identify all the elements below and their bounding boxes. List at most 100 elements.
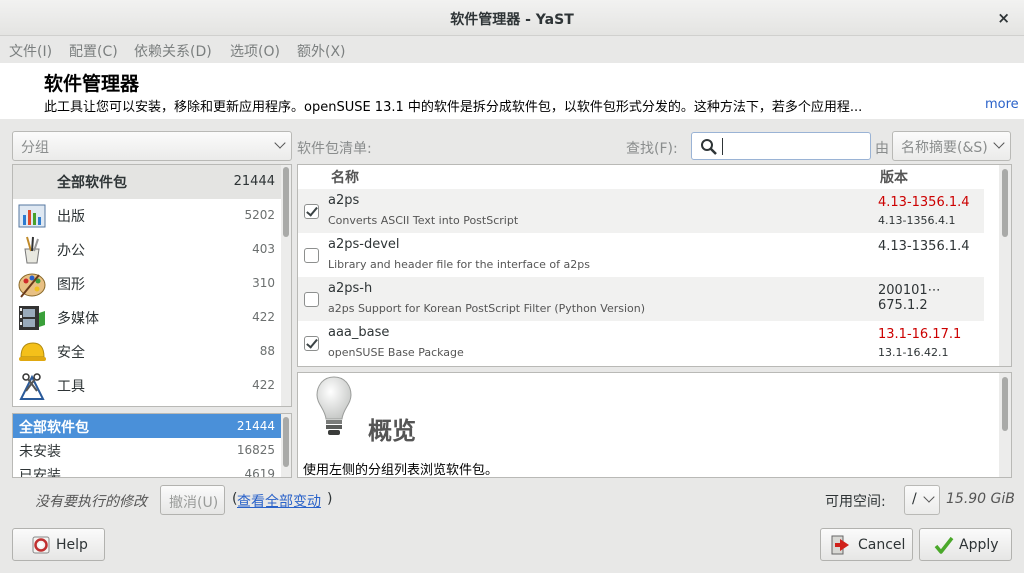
- status-count: 21444: [236, 419, 275, 433]
- header: 软件管理器 此工具让您可以安装，移除和更新应用程序。openSUSE 13.1 …: [0, 63, 1024, 119]
- group-list: 全部软件包 21444 出版 5202 办公 403 图形 310 多媒体 42…: [12, 164, 292, 407]
- title-bar: 软件管理器 - YaST ×: [0, 0, 1024, 36]
- menu-bar: 文件(I) 配置(C) 依赖关系(D) 选项(O) 额外(X): [0, 36, 1024, 63]
- package-table: 名称 版本 a2ps Converts ASCII Text into PostS…: [297, 164, 1012, 367]
- details-panel: 概览 使用左侧的分组列表浏览软件包。: [297, 372, 1012, 478]
- package-summary: Converts ASCII Text into PostScript: [328, 214, 519, 227]
- table-row[interactable]: aaa_base openSUSE Base Package 13.1-16.17.…: [298, 321, 984, 365]
- security-icon: [19, 342, 46, 361]
- more-link[interactable]: more: [985, 97, 1019, 112]
- page-description: 此工具让您可以安装，移除和更新应用程序。openSUSE 13.1 中的软件是拆…: [44, 100, 863, 115]
- group-count: 422: [252, 310, 275, 324]
- view-all-changes-link[interactable]: 查看全部变动: [237, 491, 321, 511]
- package-name: a2ps-h: [328, 281, 373, 296]
- details-scrollbar[interactable]: [999, 373, 1011, 477]
- package-list-label: 软件包清单:: [297, 141, 372, 157]
- package-name: aaa_base: [328, 325, 390, 340]
- group-label: 出版: [57, 209, 85, 225]
- apply-label: Apply: [959, 537, 999, 553]
- group-item-multimedia[interactable]: 多媒体 422: [13, 301, 281, 335]
- status-count: 4619: [244, 467, 275, 478]
- package-name: a2ps: [328, 193, 360, 208]
- package-installed-version: 13.1-16.42.1: [878, 346, 949, 359]
- cancel-button[interactable]: Cancel: [820, 528, 913, 561]
- package-name: a2ps-devel: [328, 237, 400, 252]
- package-version: 200101⋯675.1.2: [878, 283, 941, 313]
- column-name[interactable]: 名称: [331, 167, 359, 187]
- chevron-down-icon: [923, 491, 935, 503]
- package-checkbox[interactable]: [304, 248, 319, 263]
- paren-close: ): [327, 491, 333, 507]
- help-button[interactable]: Help: [12, 528, 105, 561]
- group-view-label: 分组: [21, 140, 49, 156]
- status-list-scrollbar[interactable]: [281, 414, 291, 477]
- overview-text: 使用左侧的分组列表浏览软件包。: [303, 463, 499, 478]
- scrollbar-thumb[interactable]: [283, 417, 289, 467]
- status-item-installed[interactable]: 已安装 4619: [13, 462, 281, 478]
- page-title: 软件管理器: [44, 73, 140, 95]
- menu-config[interactable]: 配置(C): [69, 41, 118, 61]
- scrollbar-thumb[interactable]: [1002, 169, 1008, 237]
- no-changes-label: 没有要执行的修改: [35, 494, 147, 510]
- status-filter-list: 全部软件包 21444 未安装 16825 已安装 4619: [12, 413, 292, 478]
- group-item-tools[interactable]: 工具 422: [13, 369, 281, 403]
- search-cursor: [722, 138, 723, 155]
- group-view-combo[interactable]: 分组: [12, 131, 292, 161]
- menu-file[interactable]: 文件(I): [9, 41, 52, 61]
- by-label: 由: [875, 141, 889, 157]
- window-title: 软件管理器 - YaST: [450, 12, 574, 28]
- group-count: 5202: [244, 208, 275, 222]
- overview-title: 概览: [368, 417, 416, 445]
- table-row[interactable]: a2ps-devel Library and header file for th…: [298, 233, 984, 277]
- group-label: 全部软件包: [57, 175, 127, 191]
- search-icon: [701, 139, 717, 155]
- package-installed-version: 4.13-1356.4.1: [878, 214, 956, 227]
- group-count: 310: [252, 276, 275, 290]
- search-mode-combo[interactable]: 名称摘要(&S): [892, 131, 1011, 161]
- tools-icon: [19, 373, 45, 400]
- exit-icon: [831, 535, 849, 555]
- help-label: Help: [56, 537, 88, 553]
- lightbulb-icon: [316, 376, 352, 435]
- apply-button[interactable]: Apply: [919, 528, 1012, 561]
- package-checkbox[interactable]: [304, 204, 319, 219]
- group-label: 图形: [57, 277, 85, 293]
- menu-dependencies[interactable]: 依赖关系(D): [134, 41, 212, 61]
- group-label: 多媒体: [57, 311, 99, 327]
- chevron-down-icon: [274, 137, 286, 149]
- scrollbar-thumb[interactable]: [1002, 377, 1008, 431]
- graphics-icon: [18, 273, 46, 298]
- status-count: 16825: [236, 443, 275, 457]
- group-item-all[interactable]: 全部软件包 21444: [13, 165, 281, 199]
- status-item-all[interactable]: 全部软件包 21444: [13, 414, 281, 438]
- checkmark-icon: [934, 536, 954, 554]
- mount-point-value: /: [912, 491, 917, 507]
- search-input[interactable]: [691, 132, 871, 160]
- package-checkbox[interactable]: [304, 336, 319, 351]
- group-item-graphics[interactable]: 图形 310: [13, 267, 281, 301]
- status-item-not-installed[interactable]: 未安装 16825: [13, 438, 281, 462]
- undo-button[interactable]: 撤消(U): [160, 485, 225, 515]
- package-checkbox[interactable]: [304, 292, 319, 307]
- scrollbar-thumb[interactable]: [283, 167, 289, 237]
- menu-extras[interactable]: 额外(X): [297, 41, 346, 61]
- close-icon[interactable]: ×: [997, 9, 1010, 27]
- help-icon: [32, 536, 50, 554]
- group-label: 办公: [57, 243, 85, 259]
- mount-point-combo[interactable]: /: [904, 485, 940, 515]
- group-item-office[interactable]: 办公 403: [13, 233, 281, 267]
- package-summary: Library and header file for the interfac…: [328, 258, 590, 271]
- group-item-security[interactable]: 安全 88: [13, 335, 281, 369]
- status-label: 未安装: [19, 444, 61, 460]
- package-version: 13.1-16.17.1: [878, 327, 962, 342]
- table-row[interactable]: a2ps Converts ASCII Text into PostScript 4…: [298, 189, 984, 233]
- office-icon: [24, 236, 40, 264]
- status-label: 已安装: [19, 468, 61, 478]
- group-count: 21444: [233, 174, 275, 189]
- table-row[interactable]: a2ps-h a2ps Support for Korean PostScript…: [298, 277, 984, 321]
- menu-options[interactable]: 选项(O): [230, 41, 280, 61]
- group-item-publishing[interactable]: 出版 5202: [13, 199, 281, 233]
- column-version[interactable]: 版本: [880, 167, 908, 187]
- package-table-scrollbar[interactable]: [999, 165, 1011, 366]
- group-list-scrollbar[interactable]: [281, 165, 291, 406]
